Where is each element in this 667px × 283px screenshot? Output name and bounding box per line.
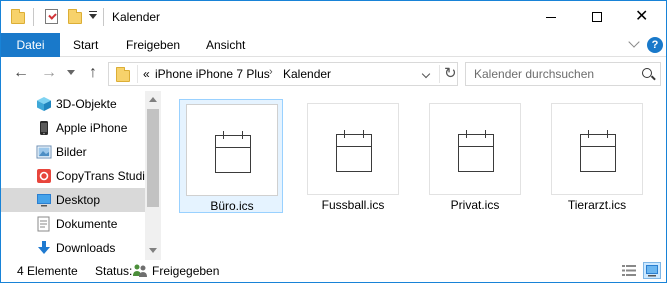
location-folder-icon (116, 67, 130, 82)
nav-label: Bilder (56, 145, 87, 159)
title-separator (103, 8, 104, 26)
file-list: Büro.ics Fussball.ics Privat.ics Tierarz… (161, 91, 666, 260)
calendar-icon (215, 131, 251, 173)
maximize-icon (592, 12, 602, 22)
breadcrumb-overflow[interactable]: « (143, 67, 150, 81)
minimize-button[interactable] (528, 1, 574, 33)
close-icon: ✕ (635, 8, 649, 25)
calendar-icon (458, 130, 494, 172)
nav-label: Dokumente (56, 217, 118, 231)
minimize-icon (546, 17, 556, 18)
calendar-icon (580, 130, 616, 172)
nav-label: CopyTrans Studio (56, 169, 152, 183)
window-title: Kalender (112, 10, 161, 24)
large-icons-view-icon (646, 265, 658, 277)
tab-start[interactable]: Start (73, 33, 98, 57)
file-name: Fussball.ics (321, 198, 385, 212)
breadcrumb-chevron-icon[interactable]: › (269, 66, 273, 78)
address-row: ← → ↑ « iPhone iPhone 7 Plus › Kalender … (1, 58, 666, 91)
nav-label: Desktop (56, 193, 101, 207)
address-separator (137, 65, 138, 83)
close-button[interactable]: ✕ (620, 1, 666, 33)
nav-item-copytrans-studio[interactable]: CopyTrans Studio (1, 164, 152, 188)
scroll-up-icon[interactable] (149, 97, 157, 102)
status-label: Status: (95, 264, 133, 278)
nav-item-bilder[interactable]: Bilder (1, 140, 145, 164)
documents-icon (37, 216, 50, 232)
nav-item-desktop[interactable]: Desktop (1, 188, 145, 212)
file-item-privat[interactable]: Privat.ics (423, 99, 527, 213)
breadcrumb-iphone[interactable]: iPhone iPhone 7 Plus (155, 67, 270, 81)
breadcrumb-kalender[interactable]: Kalender (283, 67, 331, 81)
tab-ansicht[interactable]: Ansicht (206, 33, 245, 57)
customize-dropdown-line (89, 11, 97, 12)
tab-datei[interactable]: Datei (1, 33, 60, 57)
ribbon-tabs: Datei Start Freigeben Ansicht ? (1, 33, 666, 57)
file-thumbnail (551, 103, 643, 195)
maximize-button[interactable] (574, 1, 620, 33)
properties-icon[interactable] (45, 9, 58, 24)
shared-users-icon (133, 264, 147, 277)
details-view-icon[interactable] (621, 263, 637, 278)
back-button[interactable]: ← (13, 65, 29, 81)
nav-scrollbar[interactable] (145, 91, 161, 260)
file-thumbnail (429, 103, 521, 195)
desktop-icon (37, 194, 51, 207)
tab-freigeben[interactable]: Freigeben (126, 33, 180, 57)
folder-icon (11, 9, 25, 24)
status-bar: 4 Elemente Status: Freigegeben (1, 260, 666, 282)
file-item-tierarzt[interactable]: Tierarzt.ics (545, 99, 649, 213)
download-icon (38, 241, 50, 254)
recent-locations-icon[interactable] (67, 70, 75, 75)
scroll-thumb[interactable] (147, 109, 159, 207)
file-name: Büro.ics (210, 199, 254, 213)
address-dropdown-icon[interactable] (421, 69, 431, 79)
file-name: Tierarzt.ics (567, 198, 627, 212)
up-button[interactable]: ↑ (89, 65, 97, 81)
search-input[interactable]: Kalender durchsuchen (465, 62, 661, 86)
file-thumbnail (307, 103, 399, 195)
nav-item-downloads[interactable]: Downloads (1, 236, 145, 260)
scroll-down-icon[interactable] (149, 248, 157, 253)
title-bar: Kalender ✕ (1, 1, 666, 33)
quick-access-separator (33, 8, 34, 26)
navigation-pane: 3D-Objekte Apple iPhone Bilder CopyTrans… (1, 91, 161, 260)
nav-label: Apple iPhone (56, 121, 128, 135)
help-icon[interactable]: ? (647, 37, 663, 53)
status-value: Freigegeben (152, 264, 220, 278)
large-icons-view-button[interactable] (643, 262, 661, 279)
search-placeholder: Kalender durchsuchen (474, 67, 595, 81)
file-name: Privat.ics (450, 198, 500, 212)
nav-item-3d-objekte[interactable]: 3D-Objekte (1, 92, 145, 116)
customize-dropdown-icon[interactable] (89, 14, 97, 19)
file-thumbnail (186, 104, 278, 196)
file-item-buero[interactable]: Büro.ics (179, 99, 283, 213)
file-item-fussball[interactable]: Fussball.ics (301, 99, 405, 213)
address-bar[interactable]: « iPhone iPhone 7 Plus › Kalender ↻ (108, 62, 458, 86)
calendar-icon (336, 130, 372, 172)
search-icon[interactable] (642, 68, 652, 78)
nav-item-dokumente[interactable]: Dokumente (1, 212, 145, 236)
new-folder-icon[interactable] (68, 9, 82, 24)
expand-ribbon-icon[interactable] (628, 36, 640, 48)
refresh-button[interactable]: ↻ (439, 65, 457, 83)
nav-label: Downloads (56, 241, 116, 255)
forward-button[interactable]: → (41, 65, 57, 81)
copytrans-icon (37, 169, 51, 183)
cube-icon (37, 97, 51, 111)
item-count: 4 Elemente (17, 264, 78, 278)
nav-label: 3D-Objekte (56, 97, 117, 111)
pictures-icon (36, 145, 52, 159)
explorer-window: Kalender ✕ Datei Start Freigeben Ansicht… (0, 0, 667, 283)
nav-item-apple-iphone[interactable]: Apple iPhone (1, 116, 145, 140)
phone-icon (40, 121, 48, 135)
